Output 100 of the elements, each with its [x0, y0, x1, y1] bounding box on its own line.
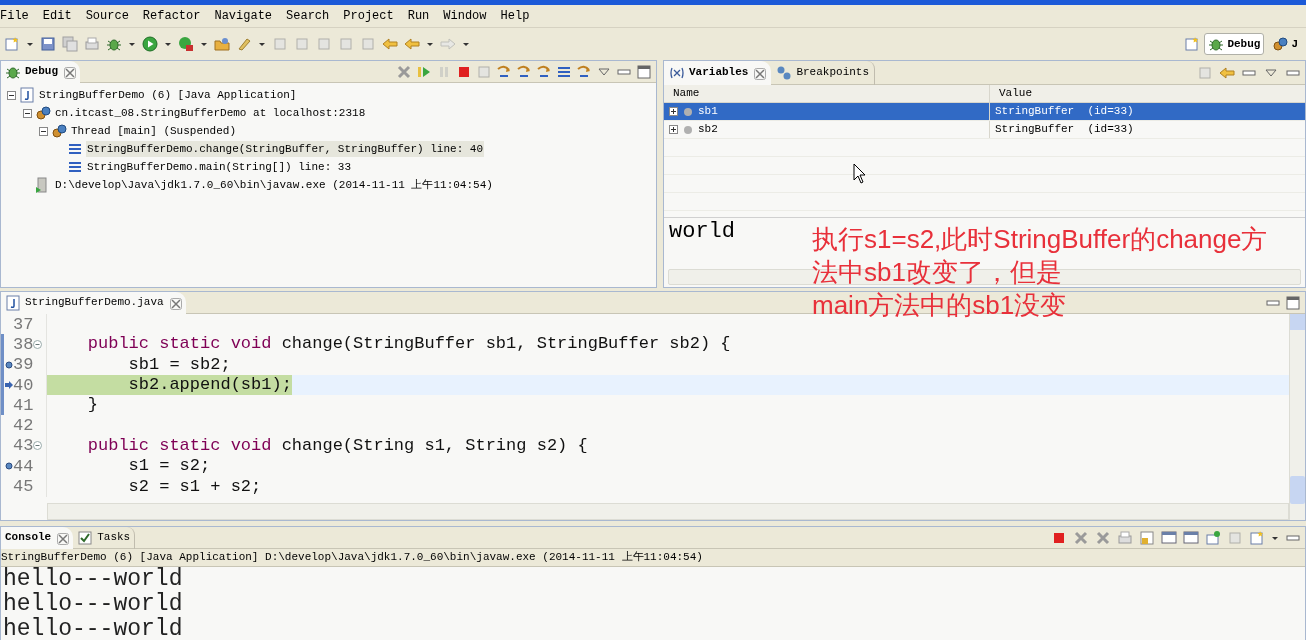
- remove-icon[interactable]: [396, 63, 412, 80]
- remove-icon[interactable]: [1073, 529, 1089, 546]
- breakpoints-icon: [776, 64, 793, 81]
- menu-item[interactable]: Window: [443, 7, 487, 25]
- variable-name: sb2: [698, 122, 718, 138]
- step-return-icon[interactable]: [536, 63, 552, 80]
- vertical-scrollbar[interactable]: [1289, 314, 1305, 520]
- expand-toggle-icon[interactable]: [669, 125, 678, 134]
- menu-item[interactable]: Navigate: [214, 7, 273, 25]
- code-line: s1 = s2;: [127, 456, 211, 477]
- code-line: public static void change(StringBuffer sb1, StringBuffer sb2) {: [86, 334, 731, 355]
- fold-icon[interactable]: [33, 441, 43, 451]
- menu-item[interactable]: File: [0, 7, 29, 25]
- perspective-button[interactable]: J: [1268, 33, 1302, 55]
- variable-value: StringBuffer (id=33): [994, 104, 1135, 120]
- collapse-toggle-icon[interactable]: [7, 90, 16, 100]
- code-line: public static void change(String s1, String s2) {: [86, 435, 588, 456]
- tree-item[interactable]: D:\develop\Java\jdk1.7.0_60\bin\javaw.exe (2014-11-11 上午11:04:54): [54, 176, 494, 194]
- bug-icon: [1208, 36, 1225, 52]
- tasks-icon: [77, 529, 94, 546]
- annotation-text: 执行s1=s2,此时StringBuffer的change方: [812, 223, 1268, 256]
- view-tab[interactable]: Tasks: [73, 526, 136, 549]
- line-number: 41: [13, 396, 34, 414]
- view-tab[interactable]: Breakpoints: [771, 60, 876, 85]
- fold-icon[interactable]: [33, 339, 43, 349]
- new-file-icon[interactable]: [4, 36, 20, 52]
- console-icon[interactable]: [1183, 529, 1199, 546]
- save-icon[interactable]: [40, 36, 56, 52]
- run-icon[interactable]: [142, 36, 158, 52]
- step-into-icon[interactable]: [496, 63, 512, 80]
- tree-item[interactable]: Thread [main] (Suspended): [70, 122, 238, 140]
- dropdown-caret-icon[interactable]: [462, 40, 470, 48]
- menu-item[interactable]: Run: [407, 7, 430, 25]
- code-line: sb1 = sb2;: [127, 354, 231, 375]
- maximize-icon[interactable]: [1285, 294, 1301, 311]
- bug-icon[interactable]: [106, 36, 122, 52]
- tree-item[interactable]: StringBufferDemo (6) [Java Application]: [38, 86, 298, 104]
- back-arrow-icon[interactable]: [382, 36, 398, 52]
- close-icon[interactable]: [55, 530, 70, 545]
- detail-text: world: [669, 219, 735, 244]
- menu-item[interactable]: Project: [343, 7, 394, 25]
- menu-item[interactable]: Edit: [42, 7, 72, 25]
- process-label: StringBufferDemo (6) [Java Application] D:\develop\Java\jdk1.7.0_60\bin\javaw.exe (2014-11-11 上午11:04:54): [1, 550, 703, 566]
- line-number: 42: [13, 417, 34, 435]
- horizontal-scrollbar[interactable]: [47, 503, 1289, 520]
- remove-all-icon[interactable]: [1095, 529, 1111, 546]
- line-number: 40: [13, 376, 34, 394]
- maximize-icon[interactable]: [636, 63, 652, 80]
- table-row[interactable]: sb2 StringBuffer (id=33): [664, 121, 1305, 139]
- console-output: hello---world: [3, 617, 184, 640]
- dropdown-caret-icon[interactable]: [200, 40, 208, 48]
- console-icon[interactable]: [1161, 529, 1177, 546]
- save-all-icon[interactable]: [62, 36, 78, 52]
- toolbar-icon[interactable]: [1219, 64, 1235, 81]
- print-icon[interactable]: [84, 36, 100, 52]
- tree-item[interactable]: cn.itcast_08.StringBufferDemo at localhost:2318: [54, 104, 367, 122]
- expand-toggle-icon[interactable]: [669, 107, 678, 116]
- column-header[interactable]: Name: [664, 85, 990, 102]
- collapse-toggle-icon[interactable]: [39, 126, 48, 136]
- annotation-text: 法中sb1改变了，但是: [812, 256, 1062, 289]
- field-icon: [683, 106, 693, 117]
- step-filter-icon[interactable]: [576, 63, 592, 80]
- gears-icon: [51, 123, 67, 139]
- tree-item[interactable]: StringBufferDemo.main(String[]) line: 33: [86, 158, 353, 176]
- menu-item[interactable]: Refactor: [142, 7, 201, 25]
- line-number: 39: [13, 356, 34, 374]
- view-tab[interactable]: Console: [1, 526, 74, 549]
- console-output: hello---world: [3, 592, 184, 617]
- table-row[interactable]: sb1 StringBuffer (id=33): [664, 103, 1305, 121]
- menu-item[interactable]: Search: [286, 7, 330, 25]
- line-number: 44: [13, 457, 34, 475]
- dropdown-caret-icon[interactable]: [128, 40, 136, 48]
- code-line: s2 = s1 + s2;: [127, 476, 262, 497]
- line-number: 37: [13, 315, 34, 333]
- dropdown-caret-icon[interactable]: [164, 40, 172, 48]
- java-file-icon: [19, 87, 35, 103]
- perspective-button[interactable]: Debug: [1204, 33, 1265, 55]
- dropdown-caret-icon[interactable]: [258, 40, 266, 48]
- open-folder-icon[interactable]: [214, 36, 230, 52]
- collapse-toggle-icon[interactable]: [23, 108, 32, 118]
- open-perspective-icon[interactable]: [1184, 36, 1201, 52]
- variable-name: sb1: [698, 104, 718, 120]
- close-icon[interactable]: [167, 295, 182, 310]
- menu-item[interactable]: Source: [85, 7, 129, 25]
- pencil-icon[interactable]: [236, 36, 252, 52]
- variable-value: StringBuffer (id=33): [994, 122, 1135, 138]
- close-icon[interactable]: [752, 65, 767, 80]
- close-icon[interactable]: [62, 64, 76, 79]
- column-header[interactable]: Value: [990, 85, 1305, 102]
- code-line: }: [86, 395, 98, 416]
- menu-item[interactable]: Help: [500, 7, 530, 25]
- dropdown-caret-icon[interactable]: [426, 40, 434, 48]
- dropdown-caret-icon[interactable]: [26, 40, 34, 48]
- view-tab[interactable]: Variables: [664, 60, 772, 85]
- back-arrow-icon[interactable]: [404, 36, 420, 52]
- tree-item[interactable]: StringBufferDemo.change(StringBuffer, StringBuffer) line: 40: [86, 140, 485, 158]
- line-number: 38: [13, 335, 34, 353]
- annotation-text: main方法中的sb1没变: [812, 289, 1067, 322]
- step-over-icon[interactable]: [516, 63, 532, 80]
- stack-frame-icon: [67, 159, 83, 175]
